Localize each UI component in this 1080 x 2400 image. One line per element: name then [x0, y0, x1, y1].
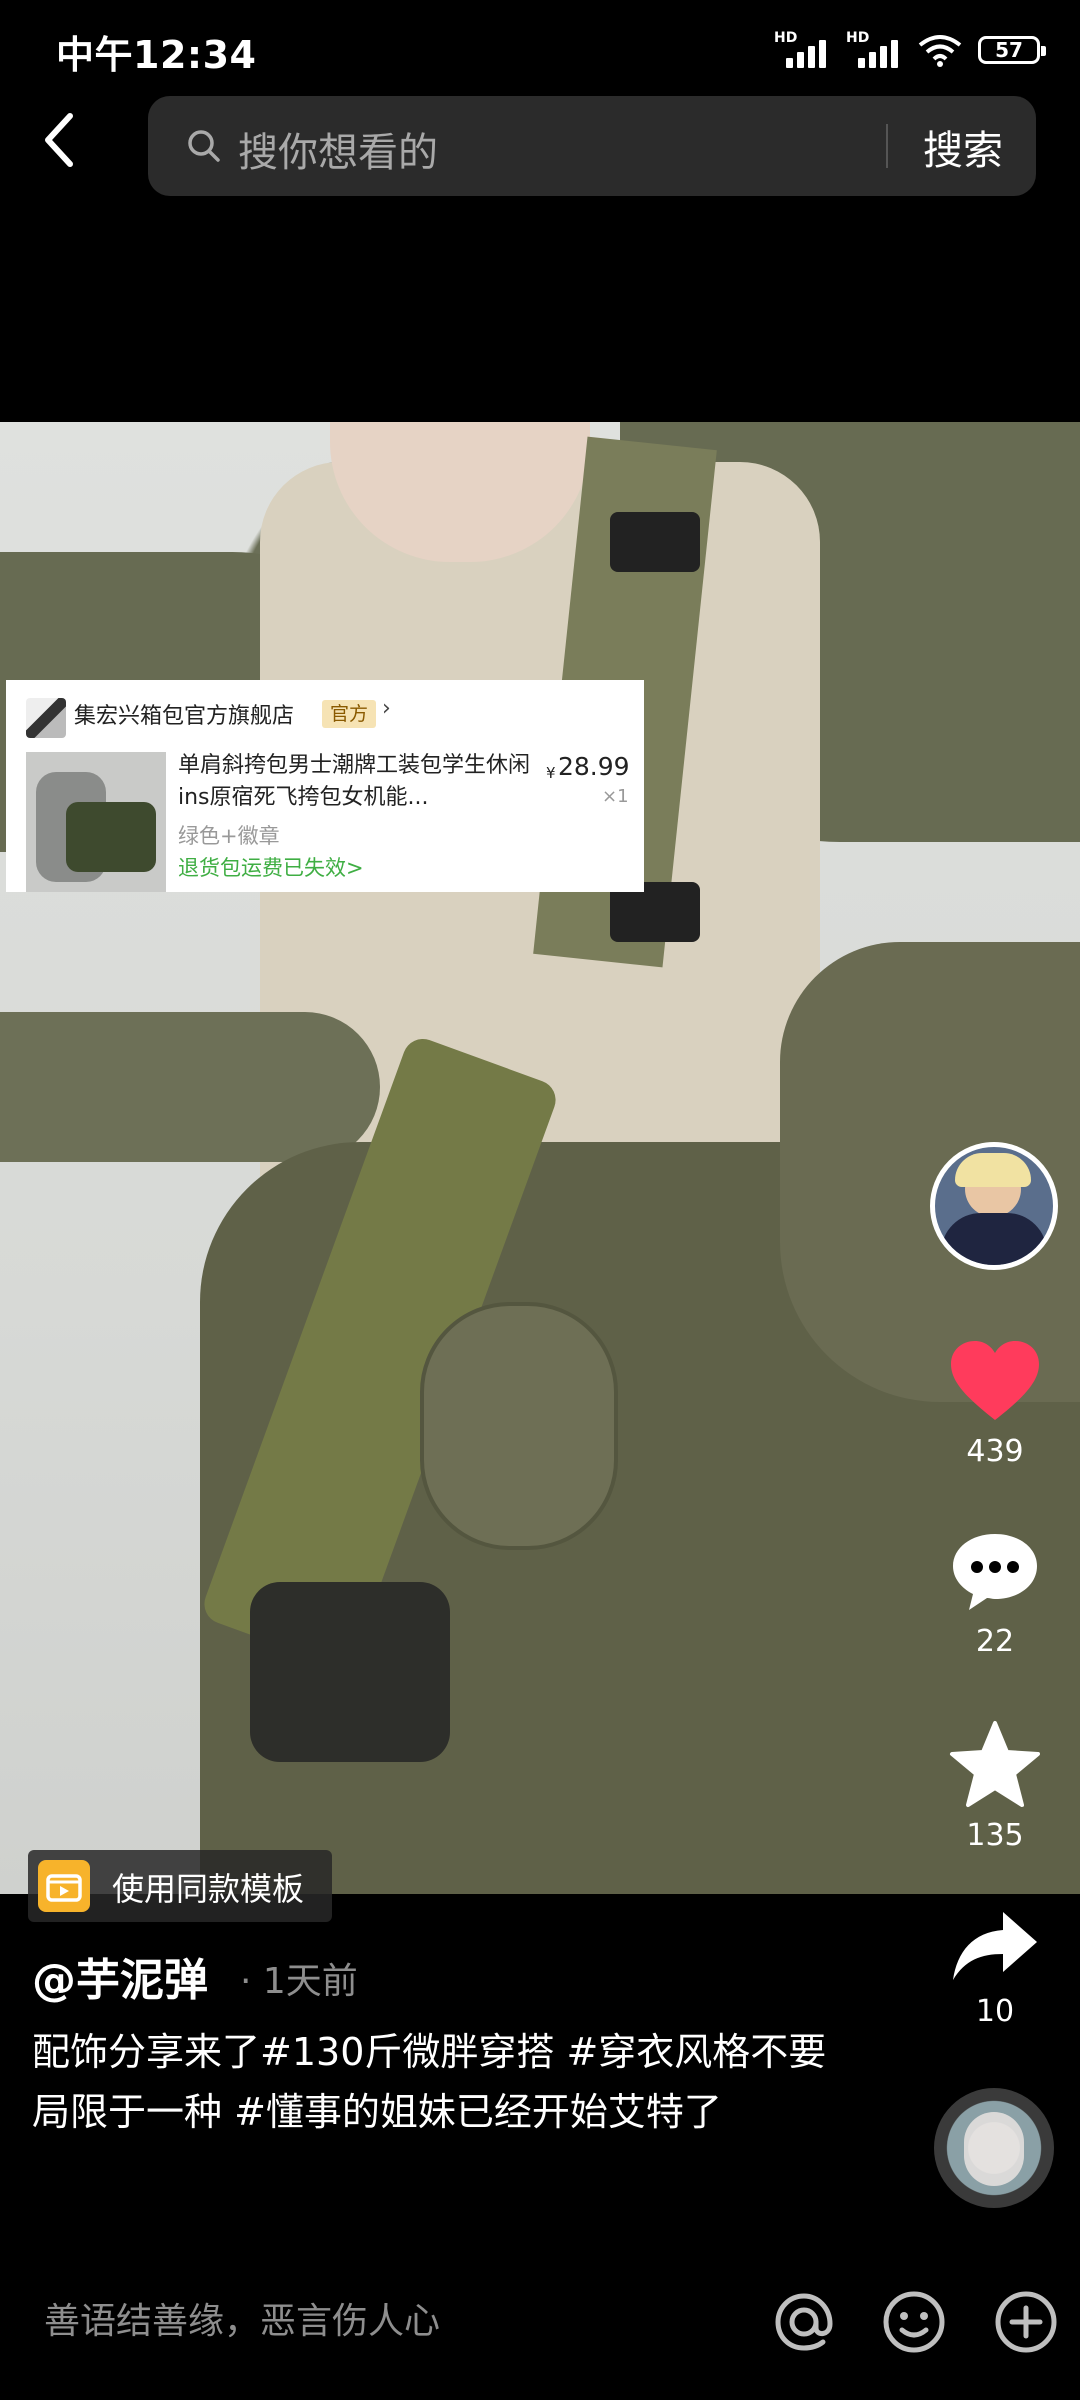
post-time: · 1天前: [240, 1961, 358, 2002]
search-input[interactable]: 搜你想看的: [238, 120, 438, 178]
search-icon: [188, 130, 220, 162]
post-photo[interactable]: [0, 422, 1080, 1894]
template-icon: [38, 1860, 90, 1912]
comment-count: 22: [975, 1624, 1015, 1659]
status-icons: HD HD 57: [774, 30, 1046, 70]
product-title: 单肩斜挎包男士潮牌工装包学生休闲ins原宿死飞挎包女机能...: [178, 753, 531, 810]
comment-button[interactable]: 22: [940, 1530, 1050, 1659]
chevron-right-icon: ›: [382, 696, 391, 721]
plus-circle-icon[interactable]: [990, 2286, 1062, 2358]
at-icon[interactable]: [768, 2286, 840, 2358]
shop-name[interactable]: 集宏兴箱包官方旗舰店: [74, 698, 294, 730]
share-arrow-icon: [953, 1912, 1037, 1980]
post-caption[interactable]: 配饰分享来了#130斤微胖穿搭 #穿衣风格不要局限于一种 #懂事的姐妹已经开始艾…: [32, 2022, 832, 2142]
chevron-left-icon: [45, 113, 73, 167]
search-button[interactable]: 搜索: [923, 118, 1003, 176]
product-quantity: ×1: [602, 786, 629, 807]
battery-icon: 57: [978, 36, 1046, 64]
price-symbol: ¥: [546, 764, 556, 782]
official-badge: 官方: [322, 700, 377, 728]
use-template-button[interactable]: 使用同款模板: [28, 1850, 332, 1922]
favorite-button[interactable]: 135: [940, 1720, 1050, 1853]
status-bar: 中午12:34 HD HD 57: [0, 0, 1080, 80]
search-bar[interactable]: 搜你想看的 搜索: [148, 96, 1036, 196]
return-shipping-notice[interactable]: 退货包运费已失效>: [178, 852, 364, 882]
comment-input[interactable]: 善语结善缘，恶言伤人心: [44, 2292, 440, 2344]
smiley-icon[interactable]: [878, 2286, 950, 2358]
search-divider: [886, 124, 888, 168]
favorite-count: 135: [966, 1818, 1024, 1853]
star-icon: [950, 1721, 1040, 1807]
shop-avatar: [26, 698, 66, 738]
speech-bubble-icon: [953, 1534, 1037, 1610]
music-disc[interactable]: [934, 2088, 1054, 2208]
author-avatar[interactable]: [930, 1142, 1058, 1270]
like-button[interactable]: 439: [940, 1338, 1050, 1469]
status-time: 中午12:34: [56, 33, 257, 77]
share-count: 10: [975, 1994, 1015, 2029]
signal-icon: HD: [774, 30, 830, 70]
back-button[interactable]: [40, 110, 100, 190]
wifi-icon: [918, 35, 962, 67]
signal-icon: HD: [846, 30, 902, 70]
product-spec: 绿色+徽章: [178, 824, 280, 848]
product-price: 28.99: [558, 752, 630, 781]
product-card[interactable]: 集宏兴箱包官方旗舰店 官方 › 单肩斜挎包男士潮牌工装包学生休闲ins原宿死飞挎…: [6, 680, 644, 892]
heart-icon: [951, 1341, 1039, 1420]
author-name[interactable]: @芋泥弹: [32, 1944, 208, 2008]
template-label: 使用同款模板: [112, 1870, 305, 1908]
share-button[interactable]: 10: [940, 1908, 1050, 2029]
like-count: 439: [966, 1434, 1024, 1469]
product-thumbnail: [26, 752, 166, 892]
